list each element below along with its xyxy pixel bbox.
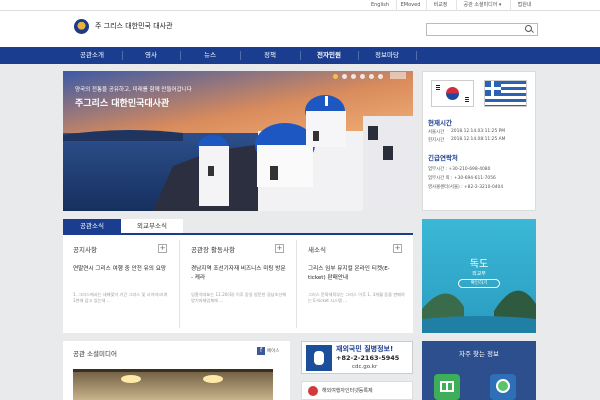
local-time-label: 현지시간 [428, 138, 445, 143]
latest-heading[interactable]: 새소식 [308, 244, 326, 254]
notice-summary: 1. 그리스에서는 새해맞이 기간 그리스 및 시이마크(여 1천에 감고 있는… [73, 292, 168, 303]
activity-summary: 임홍석대표는 11.20(화) 이후 동일 방문한 경남조선해양기자재업체에 … [191, 292, 287, 303]
contact-line-1: 업무시간 : +30-210-698-4080 [428, 167, 491, 172]
activity-title[interactable]: 경남지역 조선기자재 비즈니스 미팅 방문 - 케라 [191, 265, 289, 283]
cdc-logo-icon [306, 345, 332, 371]
nav-item-news[interactable]: 뉴스 [180, 47, 240, 64]
site-title[interactable]: 주 그리스 대한민국 대사관 [95, 21, 173, 31]
slide-dot-1[interactable] [333, 74, 338, 79]
activity-heading[interactable]: 공관장 활동사항 [191, 244, 235, 254]
nav-item-consular[interactable]: 영사 [122, 47, 180, 64]
globe-icon[interactable] [490, 374, 516, 400]
hero-subtitle: 양국의 전통을 공유하고, 미래를 함께 만들어갑니다 [75, 87, 192, 93]
cdc-phone: +82-2-2163-5945 [336, 354, 400, 362]
nav-item-about[interactable]: 공관소개 [63, 47, 121, 64]
cdc-url: cdc.go.kr [352, 364, 378, 370]
util-link-3[interactable]: 비교정 [426, 0, 454, 11]
util-social-dropdown[interactable]: 공관 소셜미디어 ▾ [456, 0, 508, 11]
social-media-photo[interactable] [73, 369, 273, 400]
activity-more-button[interactable]: + [275, 244, 284, 253]
facebook-icon[interactable]: f [257, 347, 265, 355]
dokdo-view-button[interactable]: 확인하기 [458, 279, 500, 288]
latest-more-button[interactable]: + [393, 244, 402, 253]
safety-icon [308, 386, 318, 396]
book-icon[interactable] [434, 374, 460, 400]
search-input[interactable] [426, 23, 538, 36]
util-link-5[interactable]: 법원내 [510, 0, 538, 11]
contact-line-2: 업무시간 외 : +30-694-611-7056 [428, 176, 496, 181]
safety-label: 해외여행자인터넷등록제 [322, 388, 373, 394]
contact-line-3: 영사콜센터(서울) : +82-2-3210-0404 [428, 185, 504, 190]
hero-title: 주그리스 대한민국대사관 [75, 99, 170, 109]
slide-dot-5[interactable] [369, 74, 374, 79]
slide-dot-3[interactable] [351, 74, 356, 79]
utility-bar: English EMoved 비교정 공관 소셜미디어 ▾ 법원내 [0, 0, 600, 11]
latest-title[interactable]: 그리스 임부 뮤지컬 온라인 티켓(E-ticket) 판매안내 [308, 265, 406, 283]
dokdo-subtitle: 외교부 [472, 271, 486, 277]
notice-title[interactable]: 연말연시 그리스 여행 중 안전 유의 요망 [73, 265, 171, 274]
nav-item-policy[interactable]: 정책 [240, 47, 300, 64]
seoul-time-label: 서울시간 [428, 130, 445, 135]
contact-heading: 긴급연락처 [428, 154, 458, 162]
social-media-heading: 공관 소셜미디어 [73, 350, 117, 358]
embassy-emblem-icon[interactable] [74, 19, 89, 34]
cdc-title: 재외국민 질병정보! [336, 345, 394, 353]
tab-mofa-news[interactable]: 외교부소식 [121, 219, 183, 233]
slide-dot-2[interactable] [342, 74, 347, 79]
notice-heading[interactable]: 공지사항 [73, 244, 97, 254]
nav-item-info[interactable]: 정보마당 [358, 47, 416, 64]
dokdo-title: 독도 [469, 259, 489, 270]
nav-item-eservice[interactable]: 전자민원 [300, 47, 358, 64]
korea-flag-icon [431, 80, 474, 107]
greece-flag-icon [484, 80, 527, 107]
slide-dot-6[interactable] [378, 74, 383, 79]
news-panel [63, 233, 413, 333]
search-icon[interactable] [525, 25, 532, 32]
seoul-time-value: 2018.12.14.03:11:25 PM [451, 129, 506, 134]
time-heading: 현재시간 [428, 119, 452, 127]
slide-dot-4[interactable] [360, 74, 365, 79]
latest-summary: 그리스 문화체육부는 그리스 이후 1, 3개월 등을 판매하는 E-ticke… [308, 292, 405, 303]
util-link-emoved[interactable]: EMoved [396, 0, 424, 11]
slide-pause-button[interactable] [390, 72, 406, 79]
quick-info-heading: 자주 찾는 정보 [458, 350, 499, 358]
facebook-link[interactable]: 페이스 [267, 348, 279, 354]
local-time-value: 2018.12.14.08:11:25 AM [451, 137, 506, 142]
util-link-english[interactable]: English [366, 0, 394, 11]
notice-more-button[interactable]: + [158, 244, 167, 253]
tab-embassy-news[interactable]: 공관소식 [63, 219, 121, 233]
main-nav: 공관소개 영사 뉴스 정책 전자민원 정보마당 [0, 47, 600, 64]
